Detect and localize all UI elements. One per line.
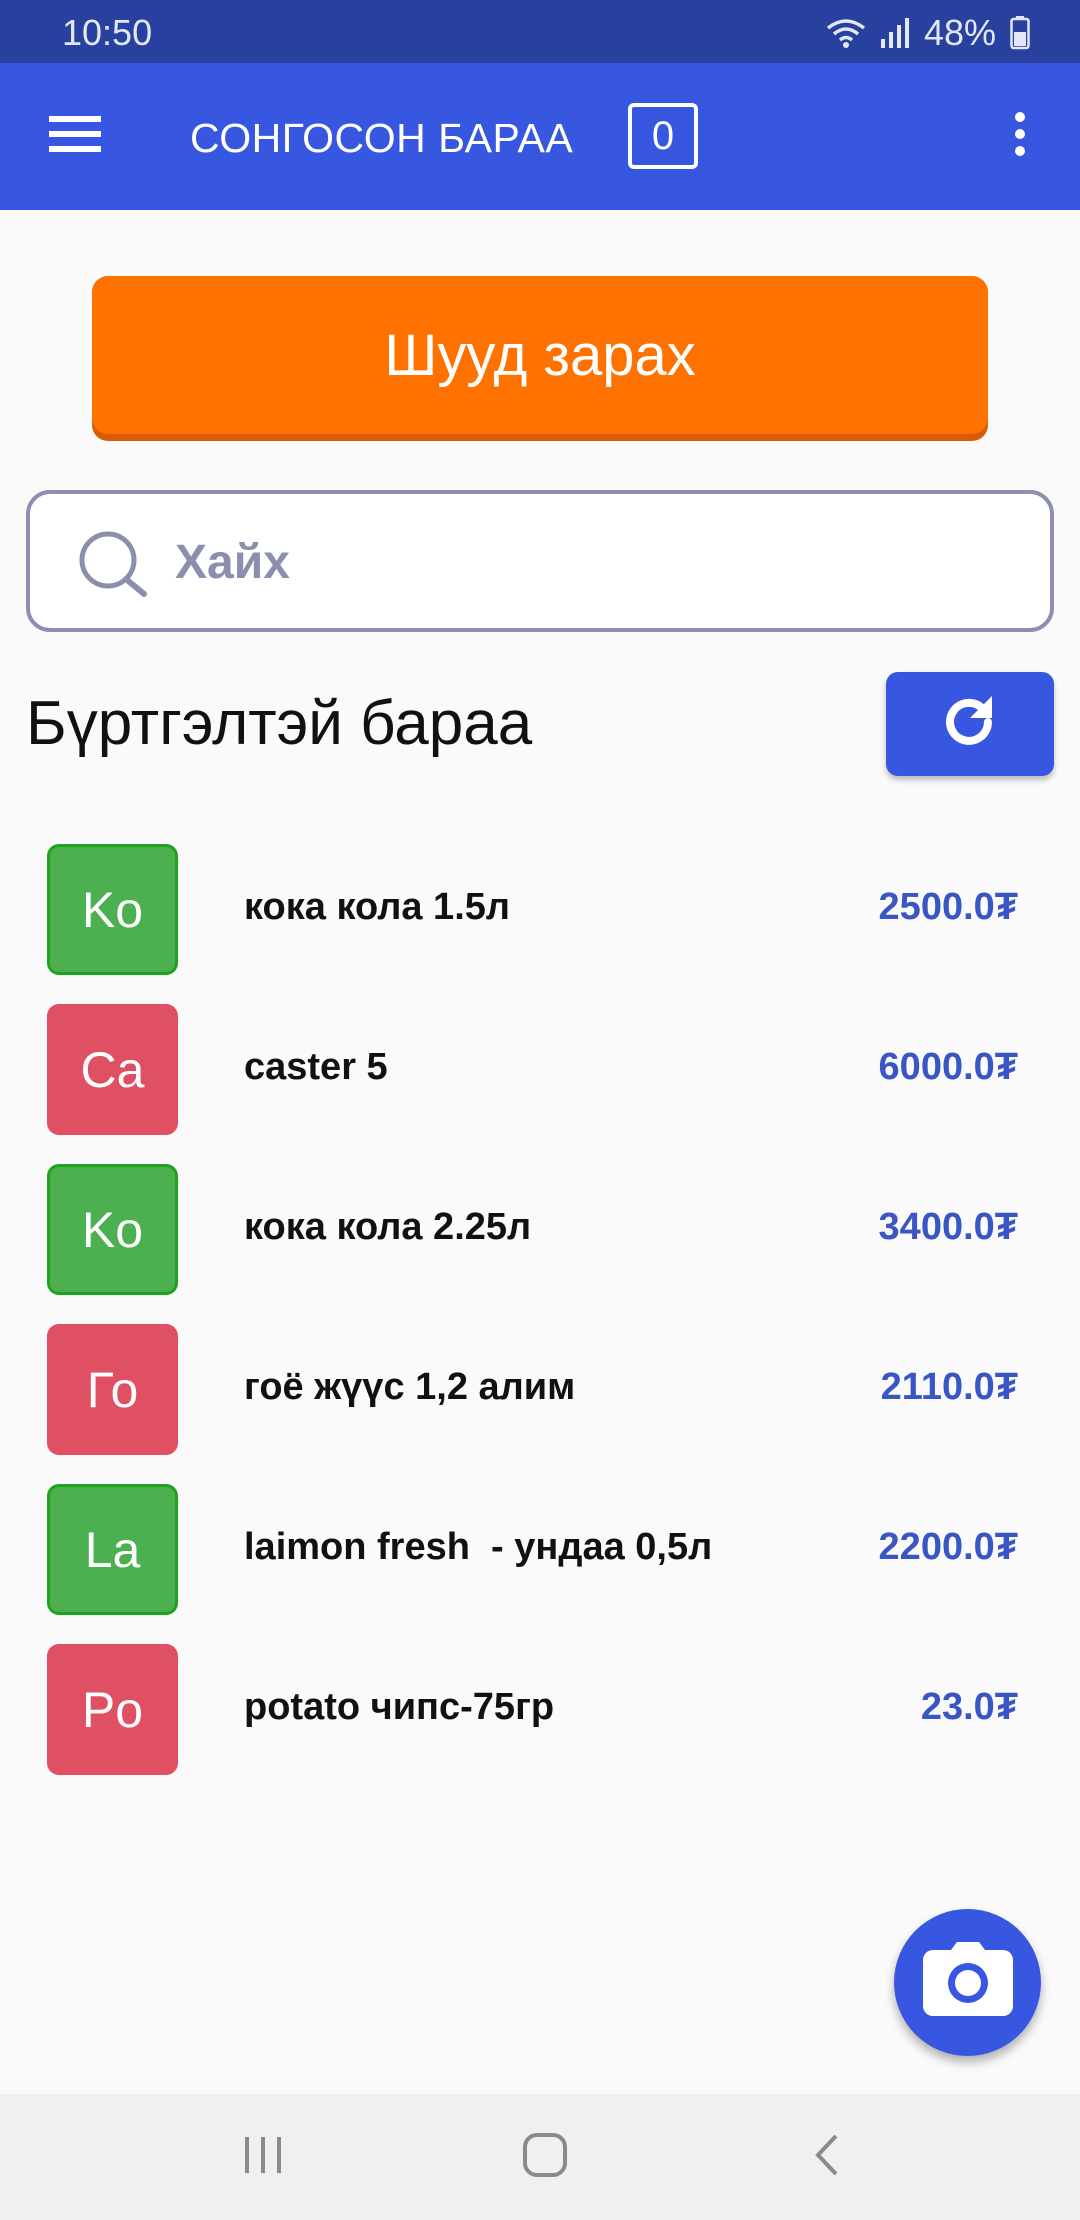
product-price: 2200.0₮ — [878, 1526, 1018, 1568]
list-item[interactable]: Ko кока кола 2.25л 3400.0₮ — [0, 1156, 1080, 1316]
search-input[interactable] — [175, 524, 1015, 600]
back-button[interactable] — [782, 2122, 872, 2192]
product-name: кока кола 1.5л — [244, 886, 511, 928]
product-avatar: Ko — [47, 1164, 178, 1295]
product-price: 2110.0₮ — [880, 1366, 1018, 1408]
camera-icon — [922, 1942, 1013, 2023]
product-avatar: Ko — [47, 844, 178, 975]
list-item[interactable]: Ko кока кола 1.5л 2500.0₮ — [0, 836, 1080, 996]
list-item[interactable]: Го гоё жүүс 1,2 алим 2110.0₮ — [0, 1316, 1080, 1476]
selected-count-badge[interactable]: 0 — [628, 103, 698, 169]
search-box[interactable] — [26, 490, 1054, 632]
recent-apps-button[interactable] — [218, 2122, 308, 2192]
hamburger-menu-icon — [49, 114, 101, 159]
system-nav-bar — [0, 2094, 1080, 2220]
product-name: laimon fresh - ундаа 0,5л — [244, 1526, 713, 1568]
camera-button[interactable] — [894, 1909, 1041, 2056]
recent-apps-icon — [241, 2133, 285, 2182]
status-icons: 48% — [826, 12, 1030, 54]
back-icon — [812, 2132, 842, 2183]
refresh-button[interactable] — [886, 672, 1054, 776]
list-item[interactable]: Po potato чипс-75гр 23.0₮ — [0, 1636, 1080, 1796]
product-price: 23.0₮ — [920, 1686, 1018, 1728]
status-bar: 10:50 48% — [0, 0, 1080, 63]
product-price: 2500.0₮ — [878, 886, 1018, 928]
product-name: гоё жүүс 1,2 алим — [244, 1366, 576, 1408]
refresh-icon — [940, 692, 1000, 757]
product-name: кока кола 2.25л — [244, 1206, 532, 1248]
home-icon — [522, 2132, 568, 2183]
product-avatar: La — [47, 1484, 178, 1615]
product-avatar: Го — [47, 1324, 178, 1455]
app-bar: СОНГОСОН БАРАА 0 — [0, 63, 1080, 210]
wifi-icon — [826, 16, 866, 50]
direct-sale-button[interactable]: Шууд зарах — [92, 276, 988, 434]
list-item[interactable]: La laimon fresh - ундаа 0,5л 2200.0₮ — [0, 1476, 1080, 1636]
product-name: potato чипс-75гр — [244, 1686, 555, 1728]
more-options-button[interactable] — [990, 101, 1050, 171]
list-item[interactable]: Ca caster 5 6000.0₮ — [0, 996, 1080, 1156]
product-name: caster 5 — [244, 1046, 388, 1088]
page-title: СОНГОСОН БАРАА — [190, 115, 574, 161]
section-title: Бүртгэлтэй бараа — [26, 689, 533, 758]
status-time: 10:50 — [62, 12, 153, 53]
more-vertical-icon — [1014, 111, 1026, 162]
search-icon — [74, 528, 154, 605]
battery-icon — [1010, 16, 1030, 50]
product-price: 6000.0₮ — [878, 1046, 1018, 1088]
product-avatar: Ca — [47, 1004, 178, 1135]
signal-icon — [880, 17, 910, 49]
product-price: 3400.0₮ — [878, 1206, 1018, 1248]
product-list: Ko кока кола 1.5л 2500.0₮ Ca caster 5 60… — [0, 836, 1080, 1796]
home-button[interactable] — [500, 2122, 590, 2192]
menu-button[interactable] — [40, 101, 110, 171]
product-avatar: Po — [47, 1644, 178, 1775]
battery-percent: 48% — [923, 12, 996, 53]
